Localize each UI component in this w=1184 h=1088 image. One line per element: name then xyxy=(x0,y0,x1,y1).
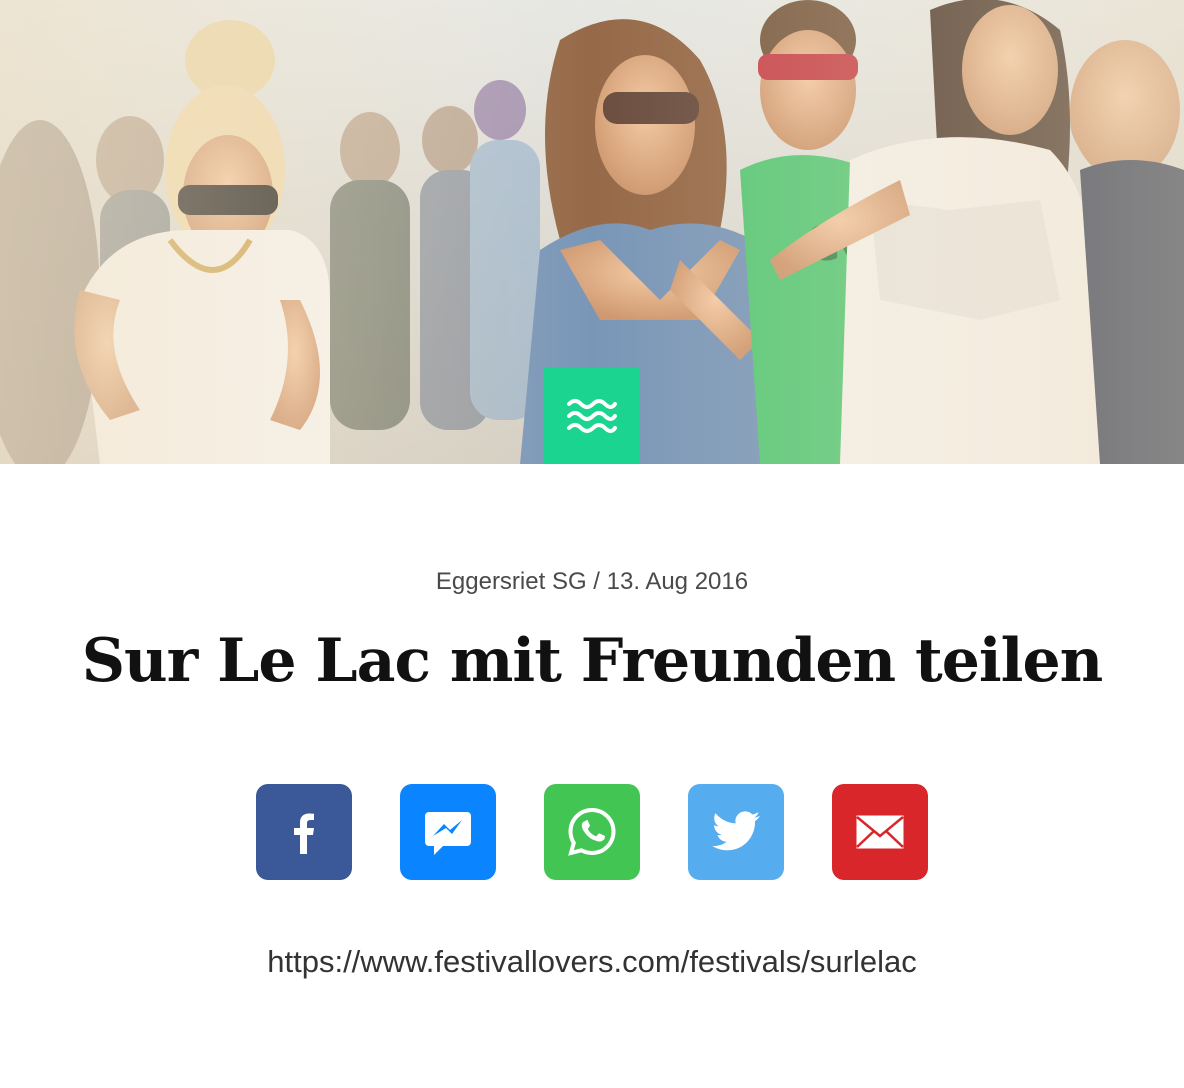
facebook-icon xyxy=(294,813,314,854)
event-location-date: Eggersriet SG / 13. Aug 2016 xyxy=(435,568,749,595)
twitter-share-button[interactable] xyxy=(688,784,784,880)
waves-icon xyxy=(567,399,617,433)
share-buttons xyxy=(256,784,928,880)
facebook-share-button[interactable] xyxy=(256,784,352,880)
messenger-icon xyxy=(425,812,471,855)
whatsapp-share-button[interactable] xyxy=(544,784,640,880)
whatsapp-icon xyxy=(568,807,616,856)
email-share-button[interactable] xyxy=(832,784,928,880)
festival-url[interactable]: https://www.festivallovers.com/festivals… xyxy=(0,944,1184,980)
messenger-share-button[interactable] xyxy=(400,784,496,880)
email-icon xyxy=(856,815,904,849)
twitter-icon xyxy=(712,811,760,851)
hero-image: CO xyxy=(0,0,1184,464)
page-title: Sur Le Lac mit Freunden teilen xyxy=(81,626,1104,696)
festival-logo-badge xyxy=(544,368,640,464)
